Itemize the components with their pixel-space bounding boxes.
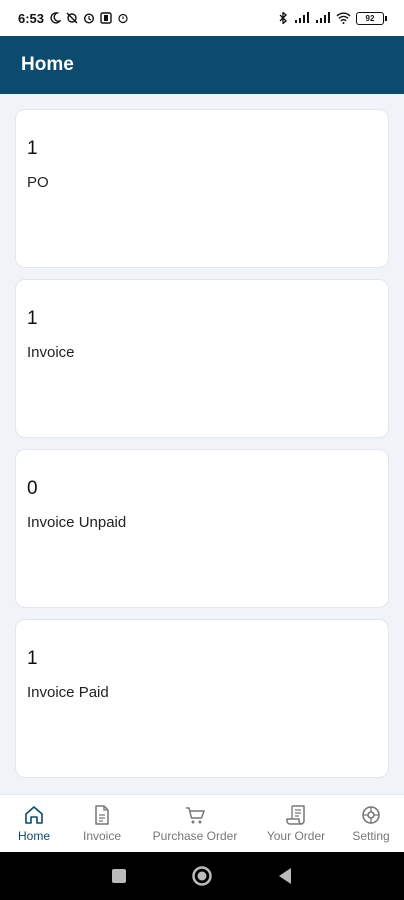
nav-purchase-order[interactable]: Purchase Order xyxy=(136,795,254,852)
nav-your-order[interactable]: Your Order xyxy=(254,795,338,852)
sync-off-icon xyxy=(66,12,78,24)
gear-icon xyxy=(362,806,380,824)
invoice-card[interactable]: 1 Invoice xyxy=(15,279,389,438)
receipt-icon xyxy=(286,805,305,825)
document-icon xyxy=(95,805,109,825)
battery-icon: 92 xyxy=(356,11,387,25)
invoice-paid-count: 1 xyxy=(27,648,38,669)
wifi-icon xyxy=(336,12,351,24)
nav-home-label: Home xyxy=(17,829,50,843)
signal-2-icon xyxy=(316,12,330,23)
recents-icon[interactable] xyxy=(111,868,127,884)
nav-setting-label: Setting xyxy=(352,829,390,843)
nav-invoice[interactable]: Invoice xyxy=(68,795,136,852)
nav-setting[interactable]: Setting xyxy=(338,795,404,852)
home-button-icon[interactable] xyxy=(191,865,213,887)
app-bar: Home xyxy=(0,36,404,94)
nav-purchase-order-label: Purchase Order xyxy=(152,829,238,843)
status-time: 6:53 xyxy=(18,10,45,26)
invoice-paid-label: Invoice Paid xyxy=(27,684,109,701)
status-right: 92 xyxy=(277,11,387,25)
home-icon xyxy=(25,806,43,824)
invoice-unpaid-label: Invoice Unpaid xyxy=(27,514,127,531)
moon-icon xyxy=(50,12,62,24)
nav-invoice-label: Invoice xyxy=(82,829,122,843)
status-left: 6:53 xyxy=(18,11,129,26)
notification-box-icon xyxy=(100,12,112,24)
alarm-icon xyxy=(84,13,95,24)
invoice-count: 1 xyxy=(27,308,38,329)
po-label: PO xyxy=(27,174,49,191)
nav-your-order-label: Your Order xyxy=(266,829,326,843)
back-icon[interactable] xyxy=(277,867,293,885)
page-title: Home xyxy=(21,54,74,75)
invoice-unpaid-card[interactable]: 0 Invoice Unpaid xyxy=(15,449,389,608)
po-count: 1 xyxy=(27,138,38,159)
po-card[interactable]: 1 PO xyxy=(15,109,389,268)
system-nav-bar xyxy=(0,852,404,900)
alarm-small-icon xyxy=(118,13,128,24)
status-bar: 6:53 92 xyxy=(0,0,404,36)
bottom-nav: Home Invoice Purchase Order Your Order S… xyxy=(0,794,404,852)
invoice-paid-card[interactable]: 1 Invoice Paid xyxy=(15,619,389,778)
bluetooth-icon xyxy=(279,12,287,24)
cart-icon xyxy=(186,807,205,824)
invoice-unpaid-count: 0 xyxy=(27,478,38,499)
nav-home[interactable]: Home xyxy=(0,795,68,852)
dashboard-content: 1 PO 1 Invoice 0 Invoice Unpaid 1 Invoic… xyxy=(0,94,404,794)
invoice-label: Invoice xyxy=(27,344,75,361)
signal-icon xyxy=(295,12,309,23)
